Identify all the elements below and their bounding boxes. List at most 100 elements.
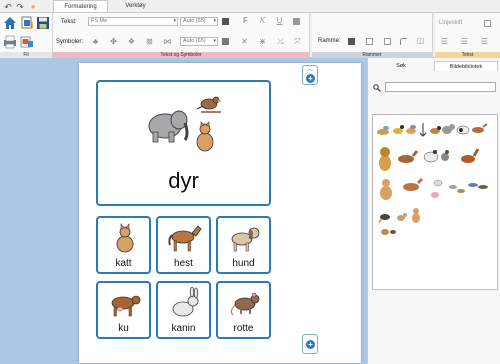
result-thumbnail[interactable] <box>423 150 439 163</box>
symbol-text-position-icon[interactable]: ♣ <box>91 37 100 46</box>
align-left-icon[interactable]: ☰ <box>440 37 449 46</box>
save-icon[interactable] <box>36 16 50 30</box>
card-label-katt: katt <box>115 258 132 269</box>
result-thumbnail[interactable] <box>456 125 470 135</box>
search-icon <box>373 84 381 92</box>
result-thumbnail[interactable] <box>431 179 443 198</box>
group-tekst-og-symboler: Tekst: FS Me ▾ Auto (65) ▾ F K U Symboler:… <box>53 13 309 58</box>
symbol-colour-icon[interactable]: ✤ <box>109 37 118 46</box>
font-size-select[interactable]: Auto (65) ▾ <box>180 17 218 26</box>
search-results[interactable] <box>372 114 498 290</box>
export-icon[interactable] <box>20 35 34 49</box>
card-label-rotte: rotte <box>233 323 254 334</box>
print-icon[interactable] <box>3 35 17 49</box>
add-page-above-button[interactable]: ︿ + <box>302 65 318 85</box>
result-thumbnail[interactable] <box>381 229 396 235</box>
linjeskift-label[interactable]: Linjeskift <box>439 20 462 26</box>
symbol-negate-icon[interactable]: ⤯ <box>276 37 285 46</box>
chevron-down-icon: ﹀ <box>306 348 313 354</box>
symbol-past-tense-icon[interactable]: ✕ <box>240 37 249 46</box>
group-rammer: Ramme: ◫ Rammer <box>312 13 432 58</box>
tab-bildebibliotek[interactable]: Bildebibliotek <box>434 61 498 71</box>
underline-button[interactable]: U <box>275 16 284 25</box>
result-thumbnail[interactable] <box>461 148 480 163</box>
symbol-card-katt[interactable]: katt <box>96 216 151 274</box>
bold-button[interactable]: F <box>241 16 250 25</box>
ribbon: ↶ ↷ ● Formatering Verktøy Fil Tekst: FS … <box>0 0 500 58</box>
result-thumbnail[interactable] <box>398 150 419 163</box>
animals-symbol-image <box>148 96 222 152</box>
card-label-ku: ku <box>118 323 129 334</box>
result-thumbnail[interactable] <box>380 179 392 200</box>
line-break-icon[interactable] <box>484 20 491 27</box>
symbol-card-kanin[interactable]: kanin <box>156 281 211 339</box>
undo-icon[interactable]: ↶ <box>3 2 13 12</box>
frame-corner-icon[interactable] <box>400 38 407 45</box>
symbol-size-select[interactable]: Auto (65) ▾ <box>180 37 218 46</box>
result-thumbnail[interactable] <box>379 147 391 171</box>
text-style-icon[interactable] <box>293 18 300 25</box>
symbol-future-tense-icon[interactable]: ⋇ <box>258 37 267 46</box>
cat-symbol-image <box>116 223 134 253</box>
card-label-kanin: kanin <box>171 323 196 334</box>
divider <box>432 13 433 58</box>
open-icon[interactable] <box>20 16 34 30</box>
horse-symbol-image <box>168 225 202 252</box>
symbol-colour-picker-icon[interactable] <box>222 38 229 45</box>
result-thumbnail[interactable] <box>449 185 465 193</box>
frame-shadow-icon[interactable]: ◫ <box>416 36 425 45</box>
result-thumbnail[interactable] <box>419 123 427 137</box>
align-right-icon[interactable]: ☰ <box>480 37 489 46</box>
result-thumbnail[interactable] <box>441 150 449 161</box>
home-icon[interactable] <box>3 16 17 30</box>
symbol-plural-icon[interactable]: ⋈ <box>163 37 172 46</box>
symbol-card-hund[interactable]: hund <box>216 216 271 274</box>
cow-symbol-image <box>111 295 141 317</box>
card-label-hest: hest <box>174 258 193 269</box>
symbol-panel: Søk Bildebibliotek <box>367 58 500 364</box>
result-thumbnail[interactable] <box>472 123 488 133</box>
result-thumbnail[interactable] <box>377 126 389 135</box>
card-label-hund: hund <box>232 258 255 269</box>
italic-button[interactable]: K <box>258 16 267 25</box>
frame-fill-icon[interactable] <box>348 38 355 45</box>
search-input[interactable] <box>385 82 496 92</box>
divider <box>309 13 310 58</box>
font-select[interactable]: FS Me ▾ <box>88 17 178 26</box>
symbol-card-hest[interactable]: hest <box>156 216 211 274</box>
result-thumbnail[interactable] <box>468 183 488 189</box>
main-symbol-card[interactable]: dyr <box>96 80 271 206</box>
chevron-down-icon: ▾ <box>213 38 216 44</box>
add-page-below-button[interactable]: + ﹀ <box>302 334 318 354</box>
symboler-label: Symboler: <box>56 39 84 45</box>
result-thumbnail[interactable] <box>412 208 420 223</box>
symbol-skin-icon[interactable]: ❖ <box>127 37 136 46</box>
new-document-icon[interactable]: ● <box>28 2 38 12</box>
rabbit-symbol-image <box>172 287 199 317</box>
results-thumbnails <box>377 123 488 235</box>
group-fil: Fil <box>0 13 52 58</box>
align-center-icon[interactable]: ☰ <box>460 37 469 46</box>
text-color-icon[interactable] <box>222 18 229 25</box>
result-thumbnail[interactable] <box>393 125 404 134</box>
tab-sok[interactable]: Søk <box>371 61 431 71</box>
symbol-question-icon[interactable]: ⤧ <box>293 37 302 46</box>
group-label-fil: Fil <box>0 52 52 58</box>
document-page[interactable]: dyr katt hest hund ku kanin rotte <box>79 63 361 363</box>
result-thumbnail[interactable] <box>403 177 424 191</box>
result-thumbnail[interactable] <box>397 213 407 221</box>
ramme-label: Ramme: <box>318 38 341 44</box>
symbol-card-ku[interactable]: ku <box>96 281 151 339</box>
result-thumbnail[interactable] <box>430 126 441 134</box>
result-thumbnail[interactable] <box>406 125 416 134</box>
redo-icon[interactable]: ↷ <box>15 2 25 12</box>
frame-style-icon[interactable] <box>384 38 391 45</box>
result-thumbnail[interactable] <box>378 214 390 224</box>
dog-symbol-image <box>231 227 260 252</box>
rat-symbol-image <box>230 292 260 316</box>
result-thumbnail[interactable] <box>442 124 455 134</box>
symbol-flip-icon[interactable]: ⊠ <box>145 37 154 46</box>
add-icon: + <box>306 74 315 83</box>
frame-border-icon[interactable] <box>366 38 373 45</box>
symbol-card-rotte[interactable]: rotte <box>216 281 271 339</box>
